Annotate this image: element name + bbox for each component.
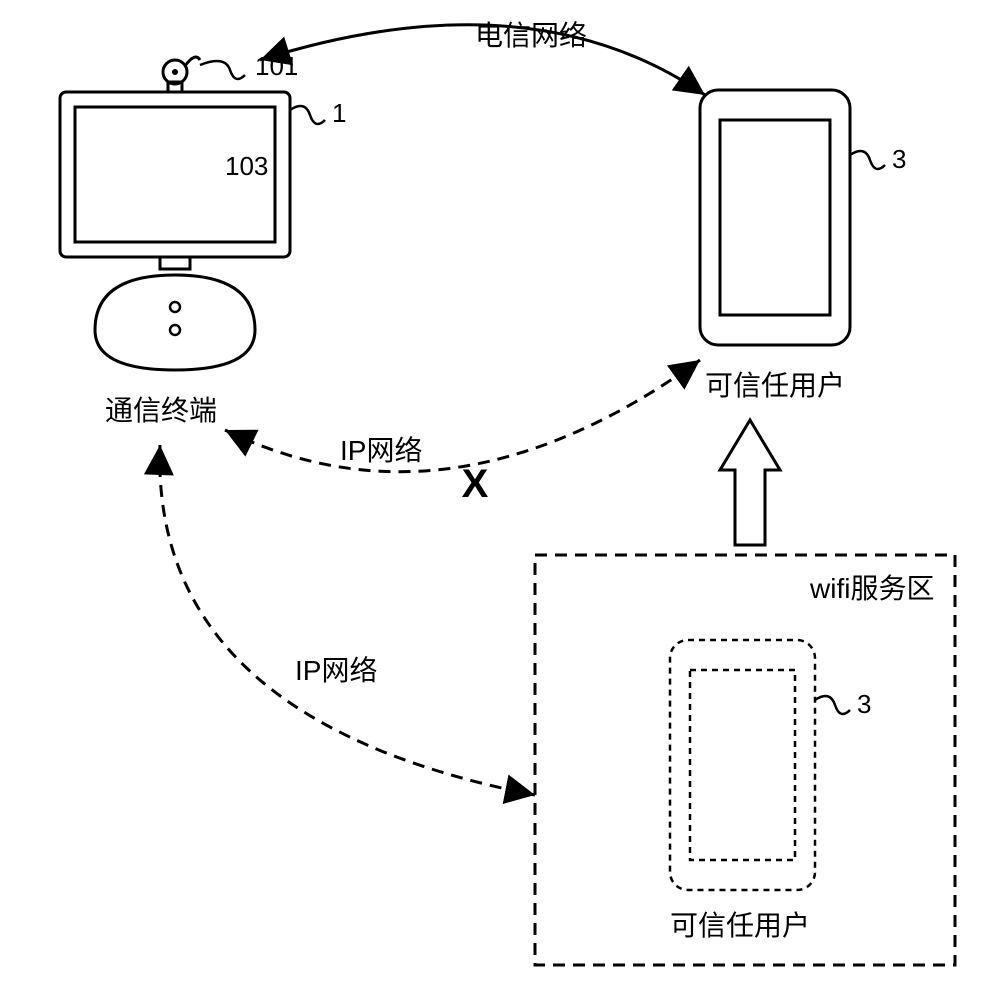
ip-network-connection-blocked xyxy=(225,360,700,472)
move-arrow-icon xyxy=(720,420,780,545)
ref-103: 103 xyxy=(225,151,268,181)
ref-1: 1 xyxy=(332,98,346,128)
trusted-user-phone-top-icon xyxy=(700,90,850,345)
communication-terminal-icon xyxy=(60,57,290,370)
wifi-zone-box xyxy=(535,555,955,965)
trusted-user-phone-bottom-icon xyxy=(670,640,815,890)
trusted-user-top-label: 可信任用户 xyxy=(705,370,845,401)
ip-network-top-label: IP网络 xyxy=(340,435,422,466)
ref-3-top: 3 xyxy=(892,144,906,174)
comm-terminal-label: 通信终端 xyxy=(105,395,217,426)
trusted-user-bottom-label: 可信任用户 xyxy=(670,910,810,941)
leader-1 xyxy=(290,106,325,124)
leader-3-bottom xyxy=(815,696,850,714)
network-diagram: 通信终端 101 1 103 可信任用户 3 电信网络 IP网络 X wifi服… xyxy=(0,0,1000,995)
block-x-icon: X xyxy=(462,462,489,506)
leader-101 xyxy=(200,61,245,79)
telecom-network-label: 电信网络 xyxy=(475,20,587,51)
wifi-zone-label: wifi服务区 xyxy=(809,573,934,604)
ip-network-bottom-label: IP网络 xyxy=(295,655,377,686)
leader-3-top xyxy=(850,151,885,169)
ref-3-bottom: 3 xyxy=(857,689,871,719)
